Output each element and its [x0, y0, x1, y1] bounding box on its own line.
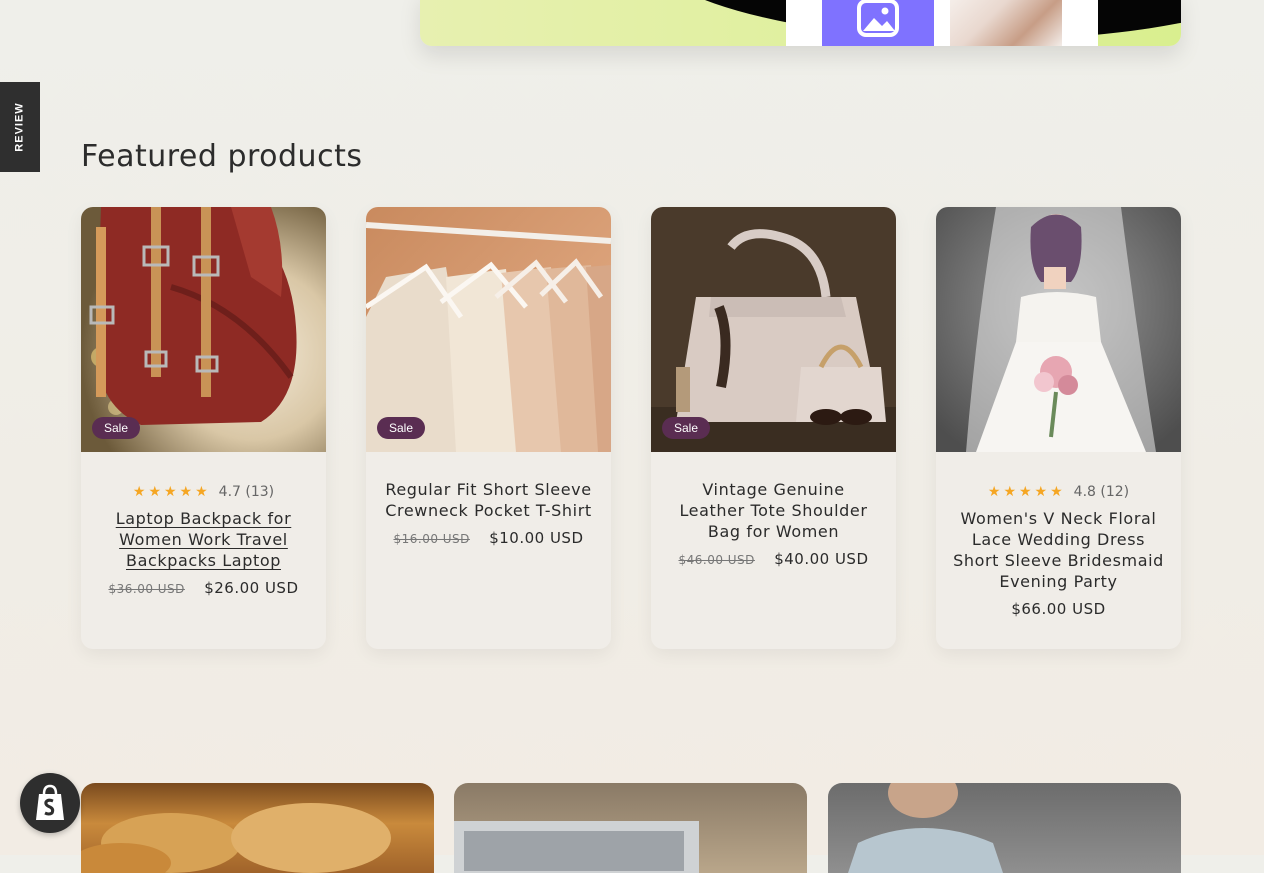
hero-banner: [420, 0, 1181, 46]
product-price: $66.00 USD: [952, 600, 1165, 618]
product-title-link[interactable]: Regular Fit Short Sleeve Crewneck Pocket…: [382, 479, 595, 521]
product-card[interactable]: Sale Regular Fit Short Sleeve Crewneck P…: [366, 207, 611, 649]
sale-badge: Sale: [92, 417, 141, 439]
product-title-link[interactable]: Vintage Genuine Leather Tote Shoulder Ba…: [667, 479, 880, 542]
star-rating-icon: ★★★★★: [132, 484, 211, 500]
product-card[interactable]: ★★★★★ 4.8 (12) Women's V Neck Floral Lac…: [936, 207, 1181, 649]
shopify-badge[interactable]: [20, 773, 80, 833]
product-rating: ★★★★★ 4.7 (13): [97, 482, 310, 502]
collection-tile-laptop[interactable]: [454, 783, 807, 873]
review-side-tab[interactable]: REVIEW: [0, 82, 40, 172]
product-image[interactable]: Sale: [81, 207, 326, 452]
product-card[interactable]: Sale Vintage Genuine Leather Tote Should…: [651, 207, 896, 649]
section-title: Featured products: [81, 139, 363, 174]
sale-badge: Sale: [377, 417, 426, 439]
rating-value: 4.7 (13): [218, 484, 275, 500]
sale-price: $10.00 USD: [489, 529, 584, 547]
banner-image-tile: [822, 0, 934, 46]
product-title-link[interactable]: Laptop Backpack for Women Work Travel Ba…: [97, 508, 310, 571]
original-price: $16.00 USD: [393, 532, 470, 546]
banner-photo-tile: [950, 0, 1062, 46]
product-price: $16.00 USD $10.00 USD: [382, 529, 595, 547]
regular-price: $66.00 USD: [1011, 600, 1106, 618]
review-tab-label: REVIEW: [14, 102, 26, 152]
original-price: $36.00 USD: [108, 582, 185, 596]
product-title-link[interactable]: Women's V Neck Floral Lace Wedding Dress…: [952, 508, 1165, 592]
product-price: $36.00 USD $26.00 USD: [97, 579, 310, 597]
sale-badge: Sale: [662, 417, 711, 439]
original-price: $46.00 USD: [678, 553, 755, 567]
product-price: $46.00 USD $40.00 USD: [667, 550, 880, 568]
product-rating: ★★★★★ 4.8 (12): [952, 482, 1165, 502]
product-image[interactable]: Sale: [651, 207, 896, 452]
sale-price: $26.00 USD: [204, 579, 299, 597]
star-rating-icon: ★★★★★: [987, 484, 1066, 500]
sale-price: $40.00 USD: [774, 550, 869, 568]
image-icon: [857, 0, 899, 37]
collection-tile-person[interactable]: [828, 783, 1181, 873]
shopify-icon: [36, 784, 64, 820]
collection-tile-food[interactable]: [81, 783, 434, 873]
product-image[interactable]: Sale: [366, 207, 611, 452]
rating-value: 4.8 (12): [1073, 484, 1130, 500]
product-card[interactable]: Sale ★★★★★ 4.7 (13) Laptop Backpack for …: [81, 207, 326, 649]
product-image[interactable]: [936, 207, 1181, 452]
